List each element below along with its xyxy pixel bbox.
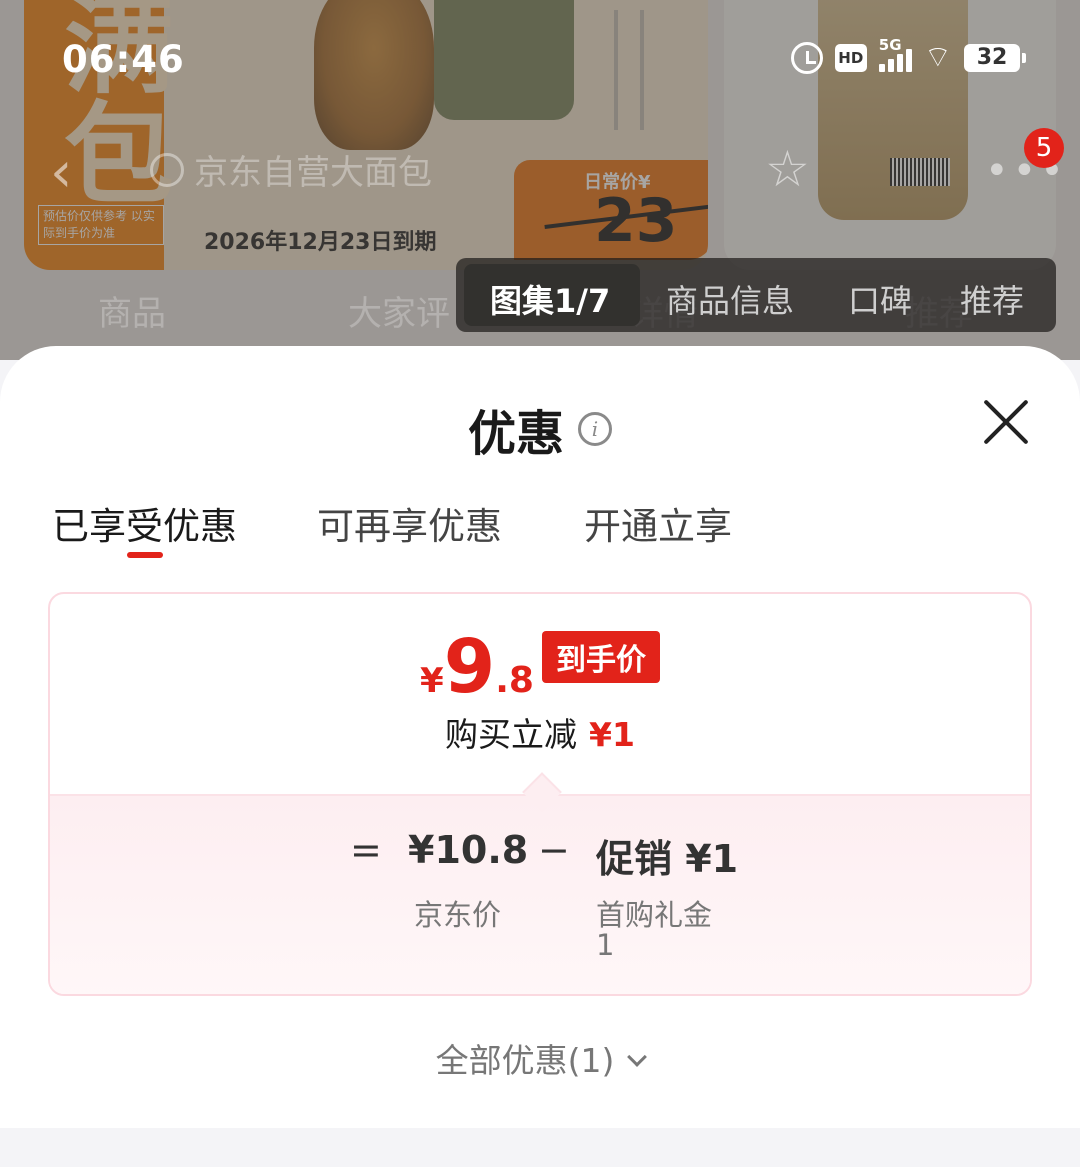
- all-offers-label: 全部优惠(1): [435, 1041, 615, 1080]
- discount-sheet: 优惠 i 已享受优惠 可再享优惠 开通立享 ¥9.8 到手价 购买立减 ¥1 = ¥1…: [0, 346, 1080, 1128]
- price-decimal: .8: [495, 660, 534, 701]
- minus-sign: −: [538, 828, 570, 872]
- alarm-icon: [790, 42, 823, 74]
- gallery-bar: 图集1/7 商品信息 口碑 推荐: [456, 258, 1056, 332]
- active-tab-indicator: [127, 552, 163, 558]
- network-type: 5G: [878, 36, 902, 54]
- gallery-tab-recommend[interactable]: 推荐: [960, 276, 1024, 322]
- close-icon[interactable]: [978, 396, 1032, 450]
- cart-badge: 5: [1024, 128, 1064, 168]
- favorite-star-icon[interactable]: ☆: [765, 140, 810, 198]
- tab-activate-discounts[interactable]: 开通立享: [584, 496, 732, 550]
- price-breakdown: = ¥10.8 − 促销 ¥1 京东价 首购礼金 1: [50, 794, 1030, 994]
- price-integer: 9: [443, 624, 496, 710]
- gallery-tab-images[interactable]: 图集1/7: [490, 276, 610, 322]
- promo-value: 促销 ¥1: [596, 837, 739, 881]
- sheet-title: 优惠: [467, 406, 564, 462]
- instant-reduction: 购买立减 ¥1: [50, 708, 1030, 756]
- final-price: ¥9.8 到手价: [50, 630, 1030, 704]
- tab-reviews[interactable]: 大家评: [348, 286, 450, 335]
- final-price-card: ¥9.8 到手价 购买立减 ¥1 = ¥10.8 − 促销 ¥1 京东价 首购礼金 …: [48, 592, 1032, 996]
- promo-count: 1: [596, 928, 615, 962]
- reduction-amount: ¥1: [589, 715, 635, 754]
- status-bar: 06:46 HD 5G ⌔ 32: [0, 0, 1080, 120]
- wifi-icon: ⌔: [923, 40, 952, 75]
- tab-goods[interactable]: 商品: [98, 286, 166, 335]
- final-price-badge: 到手价: [541, 631, 660, 683]
- equals-sign: =: [350, 828, 382, 872]
- tab-enjoyed-discounts[interactable]: 已享受优惠: [52, 496, 237, 550]
- search-icon: [150, 152, 184, 187]
- jd-price-label: 京东价: [414, 898, 502, 932]
- sheet-header: 优惠 i: [0, 394, 1080, 464]
- status-time: 06:46: [62, 38, 185, 81]
- price-currency: ¥: [420, 661, 444, 701]
- info-icon[interactable]: i: [578, 412, 612, 446]
- hd-icon: HD: [834, 44, 867, 72]
- search-text: 京东自营大面包: [194, 153, 432, 193]
- gallery-tab-info[interactable]: 商品信息: [666, 276, 794, 322]
- search-bar[interactable]: 京东自营大面包: [150, 145, 432, 194]
- battery-icon: 32: [964, 44, 1026, 72]
- all-offers-toggle[interactable]: 全部优惠(1): [0, 1034, 1080, 1082]
- jd-price-value: ¥10.8: [408, 828, 529, 872]
- gallery-tab-reputation[interactable]: 口碑: [848, 276, 912, 322]
- tab-more-discounts[interactable]: 可再享优惠: [317, 496, 502, 550]
- back-icon[interactable]: ‹: [50, 140, 72, 205]
- signal-icon: 5G: [878, 36, 912, 72]
- reduction-label: 购买立减: [445, 715, 578, 754]
- chevron-down-icon: [627, 1047, 648, 1067]
